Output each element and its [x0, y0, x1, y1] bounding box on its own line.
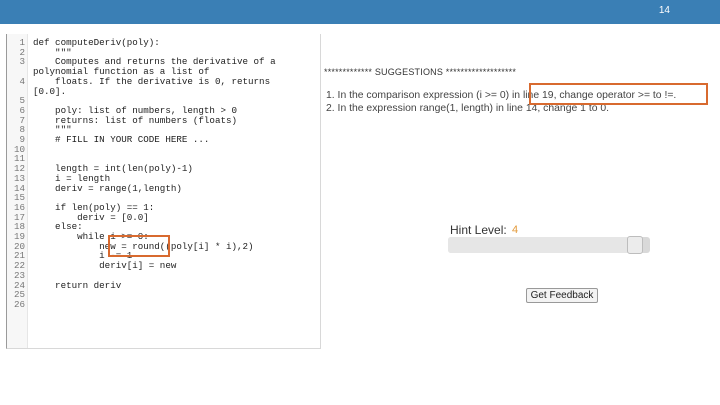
- line-number: 16: [13, 201, 25, 213]
- hint-level-label: Hint Level:: [450, 223, 507, 237]
- code-text: returns: list of numbers (floats): [33, 114, 237, 126]
- code-text: """: [33, 124, 72, 136]
- line-number: 13: [13, 172, 25, 184]
- suggestions-header: ************* SUGGESTIONS **************…: [324, 67, 517, 77]
- code-text: Computes and returns the derivative of a: [33, 56, 276, 68]
- code-highlight-box: [108, 235, 170, 257]
- line-number: 9: [19, 134, 25, 145]
- line-number: 20: [13, 240, 25, 252]
- hint-slider-thumb[interactable]: [627, 236, 643, 254]
- line-number: 5: [19, 95, 25, 107]
- code-text: poly: list of numbers, length > 0: [33, 104, 237, 116]
- code-editor[interactable]: 1 def computeDeriv(poly): 2 """ 3 Computes …: [6, 34, 321, 349]
- slide-number: 14: [658, 5, 670, 16]
- line-number: 18: [13, 221, 25, 233]
- header-bar: 14: [0, 0, 720, 24]
- line-number: 10: [13, 143, 25, 155]
- line-number: 3: [19, 56, 25, 68]
- line-number: 22: [13, 260, 25, 272]
- code-text: floats. If the derivative is 0, returns: [33, 75, 271, 87]
- code-text: def computeDeriv(poly):: [33, 37, 160, 48]
- line-number: 8: [19, 124, 25, 136]
- line-number: 21: [13, 250, 25, 262]
- line-number: 1: [19, 37, 25, 48]
- line-number: 14: [13, 182, 25, 194]
- line-number: 11: [13, 153, 25, 165]
- line-number: 6: [19, 104, 25, 116]
- code-text: else:: [33, 221, 83, 233]
- line-number: 2: [19, 46, 25, 58]
- line-number: 23: [13, 269, 25, 281]
- hint-slider-fill: [448, 237, 635, 253]
- code-text: """: [33, 46, 72, 58]
- line-number: 26: [13, 298, 25, 310]
- code-text: deriv = [0.0]: [33, 211, 149, 223]
- line-number: 15: [13, 192, 25, 204]
- suggestion-highlight-box: [529, 83, 708, 105]
- code-text: polynomial function as a list of: [33, 66, 210, 78]
- line-number: 7: [19, 114, 25, 126]
- code-text: deriv[i] = new: [33, 260, 177, 272]
- line-number: 17: [13, 211, 25, 223]
- code-text: if len(poly) == 1:: [33, 201, 155, 213]
- get-feedback-button[interactable]: Get Feedback: [526, 288, 598, 303]
- code-text: i = length: [33, 172, 111, 184]
- line-number: 25: [13, 289, 25, 301]
- code-text: deriv = range(1,length): [33, 182, 182, 194]
- line-number: 4: [19, 75, 25, 87]
- code-text: return deriv: [33, 279, 122, 291]
- hint-level-value: 4: [512, 224, 519, 236]
- hint-level-slider[interactable]: [448, 236, 650, 254]
- line-number: 24: [13, 279, 25, 291]
- code-text: # FILL IN YOUR CODE HERE ...: [33, 134, 210, 145]
- code-text: length = int(len(poly)-1): [33, 163, 193, 175]
- code-text: [0.0].: [33, 85, 67, 97]
- line-number: 19: [13, 231, 25, 242]
- line-number: 12: [13, 163, 25, 175]
